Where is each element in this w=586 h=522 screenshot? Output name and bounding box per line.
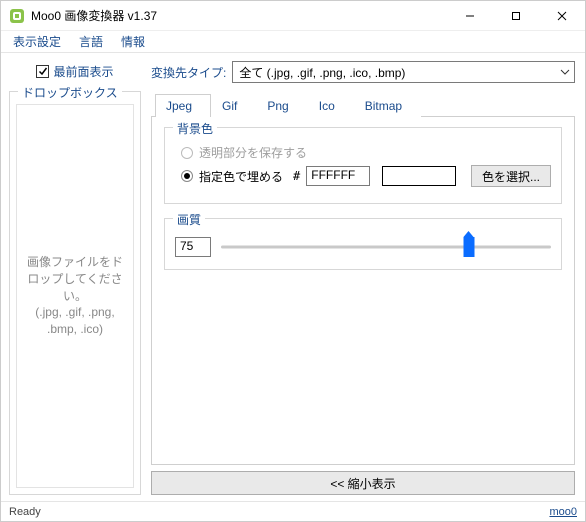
left-column: 最前面表示 ドロップボックス 画像ファイルをドロップしてください。 (.jpg,… [1, 53, 147, 501]
tabbar: Jpeg Gif Png Ico Bitmap [151, 93, 575, 117]
radio-keep-transparent-label: 透明部分を保存する [199, 144, 307, 161]
quality-group: 画質 75 [164, 218, 562, 270]
menu-info[interactable]: 情報 [113, 31, 153, 52]
quality-input[interactable]: 75 [175, 237, 211, 257]
collapse-button-label: << 縮小表示 [330, 475, 395, 492]
dropzone[interactable]: 画像ファイルをドロップしてください。 (.jpg, .gif, .png, .b… [16, 104, 134, 488]
status-link[interactable]: moo0 [549, 506, 577, 518]
titlebar: Moo0 画像変換器 v1.37 [1, 1, 585, 31]
main-area: 最前面表示 ドロップボックス 画像ファイルをドロップしてください。 (.jpg,… [1, 53, 585, 501]
menu-language[interactable]: 言語 [71, 31, 111, 52]
right-column: 変換先タイプ: 全て (.jpg, .gif, .png, .ico, .bmp… [147, 53, 585, 501]
close-button[interactable] [539, 1, 585, 30]
checkbox-icon [36, 65, 49, 78]
quality-slider[interactable] [221, 237, 551, 257]
quality-row: 75 [175, 237, 551, 257]
menubar: 表示設定 言語 情報 [1, 31, 585, 53]
hex-input[interactable]: FFFFFF [306, 166, 370, 186]
radio-fill-color-label: 指定色で埋める [199, 168, 283, 185]
topmost-label: 最前面表示 [53, 63, 113, 80]
choose-color-button[interactable]: 色を選択... [471, 165, 551, 187]
status-left: Ready [9, 506, 41, 518]
convert-type-row: 変換先タイプ: 全て (.jpg, .gif, .png, .ico, .bmp… [151, 61, 575, 83]
maximize-button[interactable] [493, 1, 539, 30]
quality-label: 画質 [173, 211, 205, 228]
tab-gif[interactable]: Gif [211, 94, 256, 117]
slider-track [221, 246, 551, 249]
statusbar: Ready moo0 [1, 501, 585, 521]
dropbox-group: ドロップボックス 画像ファイルをドロップしてください。 (.jpg, .gif,… [9, 91, 141, 495]
slider-thumb[interactable] [463, 237, 474, 257]
window-title: Moo0 画像変換器 v1.37 [31, 7, 447, 24]
dropbox-label: ドロップボックス [18, 84, 122, 101]
menu-display-settings[interactable]: 表示設定 [5, 31, 69, 52]
radio-keep-transparent[interactable]: 透明部分を保存する [181, 144, 551, 161]
chevron-down-icon [560, 67, 570, 78]
convert-type-value: 全て (.jpg, .gif, .png, .ico, .bmp) [239, 64, 405, 81]
radio-icon [181, 170, 193, 182]
convert-type-select[interactable]: 全て (.jpg, .gif, .png, .ico, .bmp) [232, 61, 575, 83]
collapse-button[interactable]: << 縮小表示 [151, 471, 575, 495]
radio-icon [181, 147, 193, 159]
window-buttons [447, 1, 585, 30]
app-icon [9, 8, 25, 24]
tab-png[interactable]: Png [256, 94, 307, 117]
color-swatch[interactable] [382, 166, 456, 186]
radio-fill-color[interactable]: 指定色で埋める # FFFFFF 色を選択... [181, 165, 551, 187]
background-color-group: 背景色 透明部分を保存する 指定色で埋める # FFFFFF 色を選択... [164, 127, 562, 204]
tab-jpeg[interactable]: Jpeg [155, 94, 211, 117]
hash-label: # [293, 169, 300, 183]
topmost-checkbox[interactable]: 最前面表示 [9, 61, 141, 81]
background-color-label: 背景色 [173, 120, 217, 137]
tab-ico[interactable]: Ico [308, 94, 354, 117]
tab-content: 背景色 透明部分を保存する 指定色で埋める # FFFFFF 色を選択... 画… [151, 117, 575, 465]
minimize-button[interactable] [447, 1, 493, 30]
tab-bitmap[interactable]: Bitmap [354, 94, 421, 117]
convert-type-label: 変換先タイプ: [151, 64, 226, 81]
